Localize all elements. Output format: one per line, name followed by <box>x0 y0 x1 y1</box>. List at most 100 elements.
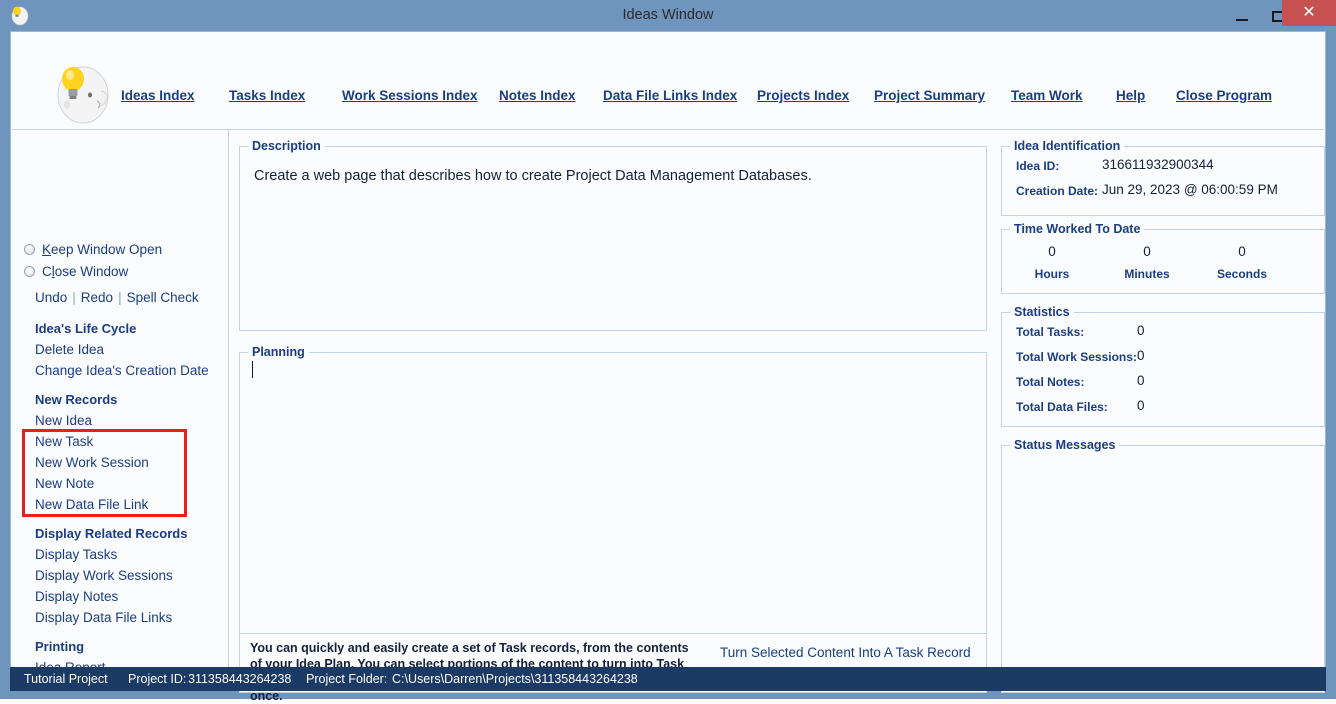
minimize-icon <box>1236 19 1248 21</box>
planning-textarea[interactable] <box>244 363 982 633</box>
close-icon: ✕ <box>1302 4 1316 21</box>
radio-indicator[interactable] <box>24 244 35 255</box>
text-cursor <box>252 361 253 378</box>
window-client-area: Ideas Index Tasks Index Work Sessions Inde… <box>10 31 1326 703</box>
sidebar-item-display-data-file-links[interactable]: Display Data File Links <box>35 610 172 625</box>
label-total-tasks-: Total Tasks: <box>1016 325 1085 339</box>
time-unit-minutes: Minutes <box>1124 267 1170 281</box>
nav-accel: D <box>603 88 613 103</box>
nav-item-project-summary[interactable]: Project Summary <box>874 88 985 103</box>
time-worked-legend: Time Worked To Date <box>1010 222 1145 236</box>
nav-item-label: elp <box>1125 88 1146 103</box>
value-creation-date-: Jun 29, 2023 @ 06:00:59 PM <box>1102 182 1278 197</box>
radio-indicator[interactable] <box>24 266 35 277</box>
sidebar-item-new-data-file-link[interactable]: New Data File Link <box>35 497 148 512</box>
value-total-data-files-: 0 <box>1137 398 1145 413</box>
status-bar: Tutorial Project Project ID: 31135844326… <box>10 667 1326 691</box>
time-value-hours: 0 <box>1048 244 1056 259</box>
idea-identification-panel: Idea Identification Idea ID: 316611932900… <box>1001 139 1325 216</box>
idea-head-logo-icon <box>43 59 115 125</box>
sidebar-heading-idea-s-life-cycle: Idea's Life Cycle <box>35 321 137 336</box>
nav-item-label: otes Index <box>508 88 576 103</box>
sidebar-item-new-note[interactable]: New Note <box>35 476 94 491</box>
planning-legend: Planning <box>248 345 309 359</box>
label-idea-id-: Idea ID: <box>1016 159 1060 173</box>
statusbar-project-folder-label: Project Folder: <box>306 672 388 686</box>
nav-accel: N <box>499 88 509 103</box>
sidebar-heading-new-records: New Records <box>35 392 118 407</box>
nav-item-close-program[interactable]: Close Program <box>1176 88 1272 103</box>
description-legend: Description <box>248 139 325 153</box>
nav-item-notes-index[interactable]: Notes Index <box>499 88 576 103</box>
time-unit-hours: Hours <box>1034 267 1070 281</box>
ideas-window: Ideas Window ✕ Ideas Index Tasks Index Wor… <box>0 0 1336 703</box>
description-text[interactable]: Create a web page that describes how to … <box>254 167 970 186</box>
spell-check-link[interactable]: Spell Check <box>127 290 199 305</box>
nav-item-label: asks Index <box>236 88 306 103</box>
sidebar-item-display-work-sessions[interactable]: Display Work Sessions <box>35 568 173 583</box>
statusbar-project-folder: C:\Users\Darren\Projects\311358443264238 <box>392 672 638 686</box>
nav-item-work-sessions-index[interactable]: Work Sessions Index <box>342 88 478 103</box>
time-value-minutes: 0 <box>1143 244 1151 259</box>
label-total-work-sessions-: Total Work Sessions: <box>1016 350 1137 364</box>
description-panel: Description Create a web page that descr… <box>239 139 987 331</box>
time-unit-seconds: Seconds <box>1216 267 1267 281</box>
value-total-tasks-: 0 <box>1137 323 1145 338</box>
sidebar-item-delete-idea[interactable]: Delete Idea <box>35 342 104 357</box>
nav-item-label: deas Index <box>124 88 195 103</box>
edit-actions-row: Undo | Redo | Spell Check <box>35 290 199 310</box>
nav-accel: C <box>1176 88 1186 103</box>
status-messages-panel: Status Messages <box>1001 438 1325 693</box>
statusbar-project-id-label: Project ID: <box>128 672 187 686</box>
sidebar-item-new-idea[interactable]: New Idea <box>35 413 92 428</box>
sidebar-item-change-idea-s-creation-date[interactable]: Change Idea's Creation Date <box>35 363 209 378</box>
planning-action-turn-selected-content-into-a-task-record[interactable]: Turn Selected Content Into A Task Record <box>720 645 971 660</box>
nav-item-projects-index[interactable]: Projects Index <box>757 88 849 103</box>
time-cell-seconds: 0 Seconds <box>1197 244 1287 281</box>
minimize-button[interactable] <box>1224 0 1260 31</box>
nav-accel: P <box>757 88 767 103</box>
value-total-notes-: 0 <box>1137 373 1145 388</box>
planning-divider <box>240 633 986 634</box>
label-creation-date-: Creation Date: <box>1016 184 1099 198</box>
nav-item-label: eam Work <box>1018 88 1083 103</box>
redo-link[interactable]: Redo <box>81 290 113 305</box>
statistics-panel: Statistics Total Tasks: 0 Total Work Sessi… <box>1001 305 1325 427</box>
value-total-work-sessions-: 0 <box>1137 348 1145 363</box>
nav-item-label: ata File Links Index <box>612 88 738 103</box>
label-total-data-files-: Total Data Files: <box>1016 400 1108 414</box>
time-worked-panel: Time Worked To Date 0 Hours 0 Minutes 0 Secon… <box>1001 222 1325 294</box>
time-value-seconds: 0 <box>1238 244 1246 259</box>
sidebar-item-display-notes[interactable]: Display Notes <box>35 589 118 604</box>
nav-accel: W <box>342 88 355 103</box>
status-messages-legend: Status Messages <box>1010 438 1120 452</box>
nav-item-ideas-index[interactable]: Ideas Index <box>121 88 195 103</box>
window-title: Ideas Window <box>622 7 714 23</box>
statistics-legend: Statistics <box>1010 305 1074 319</box>
top-navigation: Ideas Index Tasks Index Work Sessions Inde… <box>121 88 1301 118</box>
nav-item-team-work[interactable]: Team Work <box>1011 88 1083 103</box>
statusbar-project-name: Tutorial Project <box>24 672 108 686</box>
radio-label: Close Window <box>42 264 129 279</box>
statusbar-project-id: 311358443264238 <box>188 672 292 686</box>
idea-identification-legend: Idea Identification <box>1010 139 1125 153</box>
nav-item-data-file-links-index[interactable]: Data File Links Index <box>603 88 737 103</box>
nav-item-label: ork Sessions Index <box>354 88 478 103</box>
nav-item-help[interactable]: Help <box>1116 88 1145 103</box>
close-button[interactable]: ✕ <box>1282 0 1336 26</box>
time-cell-hours: 0 Hours <box>1007 244 1097 281</box>
sidebar-item-new-task[interactable]: New Task <box>35 434 93 449</box>
sidebar-item-display-tasks[interactable]: Display Tasks <box>35 547 117 562</box>
separator-2: | <box>118 290 122 305</box>
sidebar-heading-display-related-records: Display Related Records <box>35 526 188 541</box>
nav-item-tasks-index[interactable]: Tasks Index <box>229 88 305 103</box>
radio-label: Keep Window Open <box>42 242 163 257</box>
nav-item-label: rojects Index <box>766 88 850 103</box>
label-total-notes-: Total Notes: <box>1016 375 1085 389</box>
time-cell-minutes: 0 Minutes <box>1102 244 1192 281</box>
value-idea-id-: 316611932900344 <box>1102 157 1214 172</box>
undo-link[interactable]: Undo <box>35 290 67 305</box>
sidebar-item-new-work-session[interactable]: New Work Session <box>35 455 149 470</box>
sidebar-heading-printing: Printing <box>35 639 85 654</box>
nav-accel: H <box>1116 88 1126 103</box>
